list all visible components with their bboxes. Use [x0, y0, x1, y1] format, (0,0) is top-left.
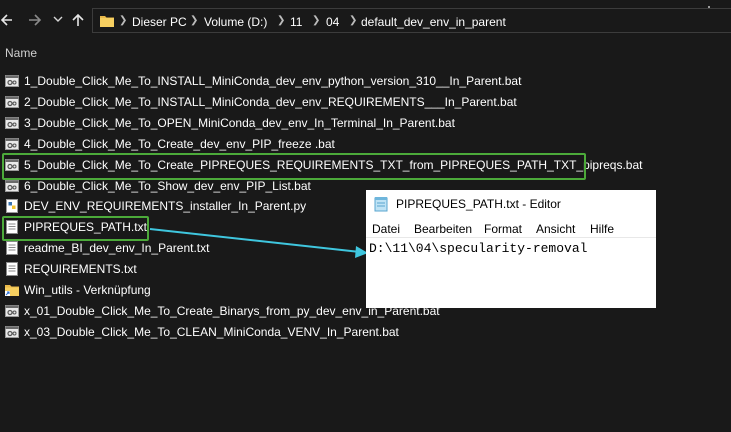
menu-bearbeiten[interactable]: Bearbeiten	[414, 222, 472, 236]
menu-hilfe[interactable]: Hilfe	[590, 222, 614, 236]
menu-divider	[366, 237, 656, 238]
editor-titlebar[interactable]: PIPREQUES_PATH.txt - Editor	[366, 190, 656, 218]
editor-window[interactable]: PIPREQUES_PATH.txt - Editor Datei Bearbe…	[366, 190, 656, 308]
notepad-icon	[374, 197, 388, 212]
menu-format[interactable]: Format	[484, 222, 522, 236]
menu-datei[interactable]: Datei	[372, 222, 400, 236]
editor-title: PIPREQUES_PATH.txt - Editor	[396, 197, 561, 211]
menu-ansicht[interactable]: Ansicht	[536, 222, 575, 236]
editor-text-area[interactable]: D:\11\04\specularity-removal	[369, 241, 587, 256]
